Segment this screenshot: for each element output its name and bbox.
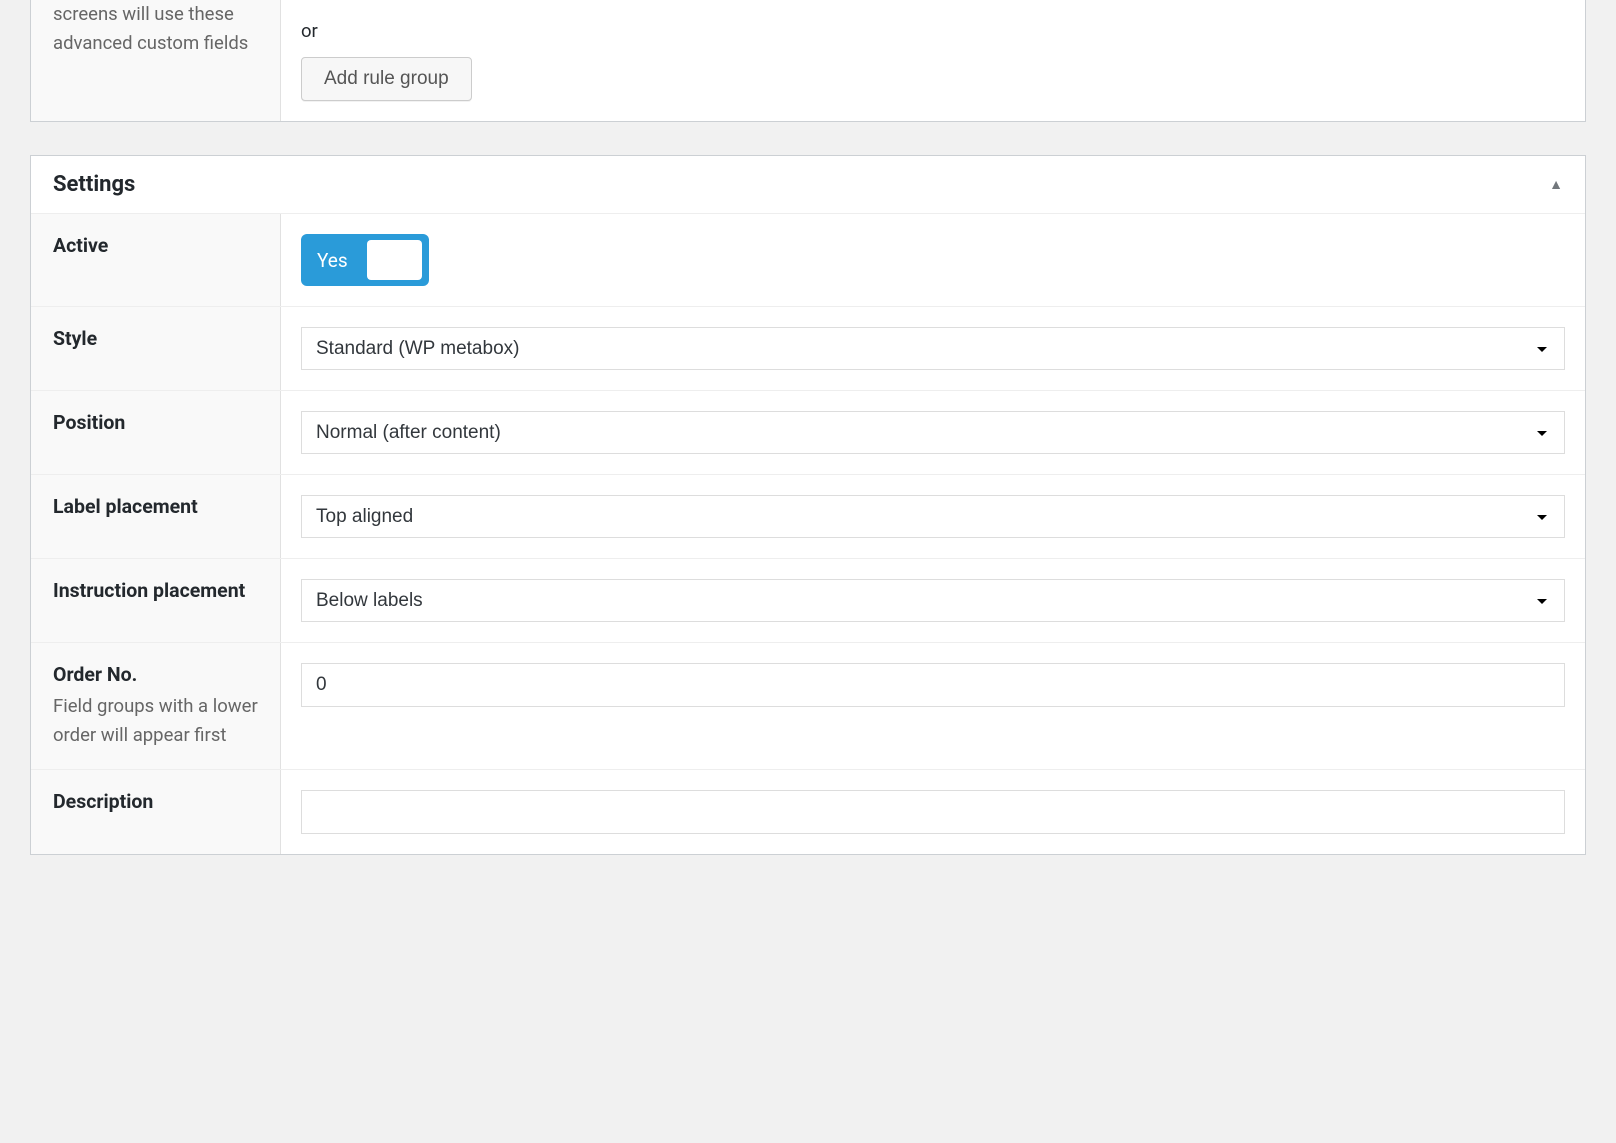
style-label: Style	[53, 327, 260, 350]
settings-row-label-placement: Label placement Top aligned	[31, 475, 1585, 559]
style-label-cell: Style	[31, 307, 281, 390]
order-no-input-cell	[281, 643, 1585, 769]
style-select[interactable]: Standard (WP metabox)	[301, 327, 1565, 370]
active-input-cell: Yes	[281, 214, 1585, 306]
location-panel: screens will use these advanced custom f…	[30, 0, 1586, 122]
active-toggle-handle	[367, 240, 422, 280]
location-desc-fragment: screens will use these advanced custom f…	[53, 0, 260, 57]
settings-row-active: Active Yes	[31, 214, 1585, 307]
settings-panel-header: Settings ▲	[31, 156, 1585, 214]
add-rule-group-button[interactable]: Add rule group	[301, 57, 472, 101]
settings-row-style: Style Standard (WP metabox)	[31, 307, 1585, 391]
location-input-cell: or Add rule group	[281, 0, 1585, 121]
description-input[interactable]	[301, 790, 1565, 834]
order-no-label-cell: Order No. Field groups with a lower orde…	[31, 643, 281, 769]
description-label: Description	[53, 790, 260, 813]
instruction-placement-select[interactable]: Below labels	[301, 579, 1565, 622]
active-toggle-label: Yes	[317, 249, 348, 272]
description-input-cell	[281, 770, 1585, 854]
active-label: Active	[53, 234, 260, 257]
settings-row-instruction-placement: Instruction placement Below labels	[31, 559, 1585, 643]
label-placement-select[interactable]: Top aligned	[301, 495, 1565, 538]
settings-header-title: Settings	[53, 172, 135, 197]
settings-panel: Settings ▲ Active Yes Style Standard (W	[30, 155, 1586, 855]
order-no-desc: Field groups with a lower order will app…	[53, 692, 260, 749]
order-no-input[interactable]	[301, 663, 1565, 707]
settings-row-order-no: Order No. Field groups with a lower orde…	[31, 643, 1585, 770]
order-no-label: Order No.	[53, 663, 260, 686]
instruction-placement-label: Instruction placement	[53, 579, 260, 602]
style-input-cell: Standard (WP metabox)	[281, 307, 1585, 390]
label-placement-label: Label placement	[53, 495, 260, 518]
description-label-cell: Description	[31, 770, 281, 854]
or-separator-text: or	[301, 20, 1565, 42]
active-toggle[interactable]: Yes	[301, 234, 429, 286]
position-label-cell: Position	[31, 391, 281, 474]
settings-row-description: Description	[31, 770, 1585, 854]
instruction-placement-input-cell: Below labels	[281, 559, 1585, 642]
instruction-placement-label-cell: Instruction placement	[31, 559, 281, 642]
label-placement-input-cell: Top aligned	[281, 475, 1585, 558]
collapse-toggle-icon[interactable]: ▲	[1549, 176, 1563, 193]
label-placement-label-cell: Label placement	[31, 475, 281, 558]
position-label: Position	[53, 411, 260, 434]
settings-row-position: Position Normal (after content)	[31, 391, 1585, 475]
position-select[interactable]: Normal (after content)	[301, 411, 1565, 454]
location-label-cell: screens will use these advanced custom f…	[31, 0, 281, 121]
position-input-cell: Normal (after content)	[281, 391, 1585, 474]
active-label-cell: Active	[31, 214, 281, 306]
